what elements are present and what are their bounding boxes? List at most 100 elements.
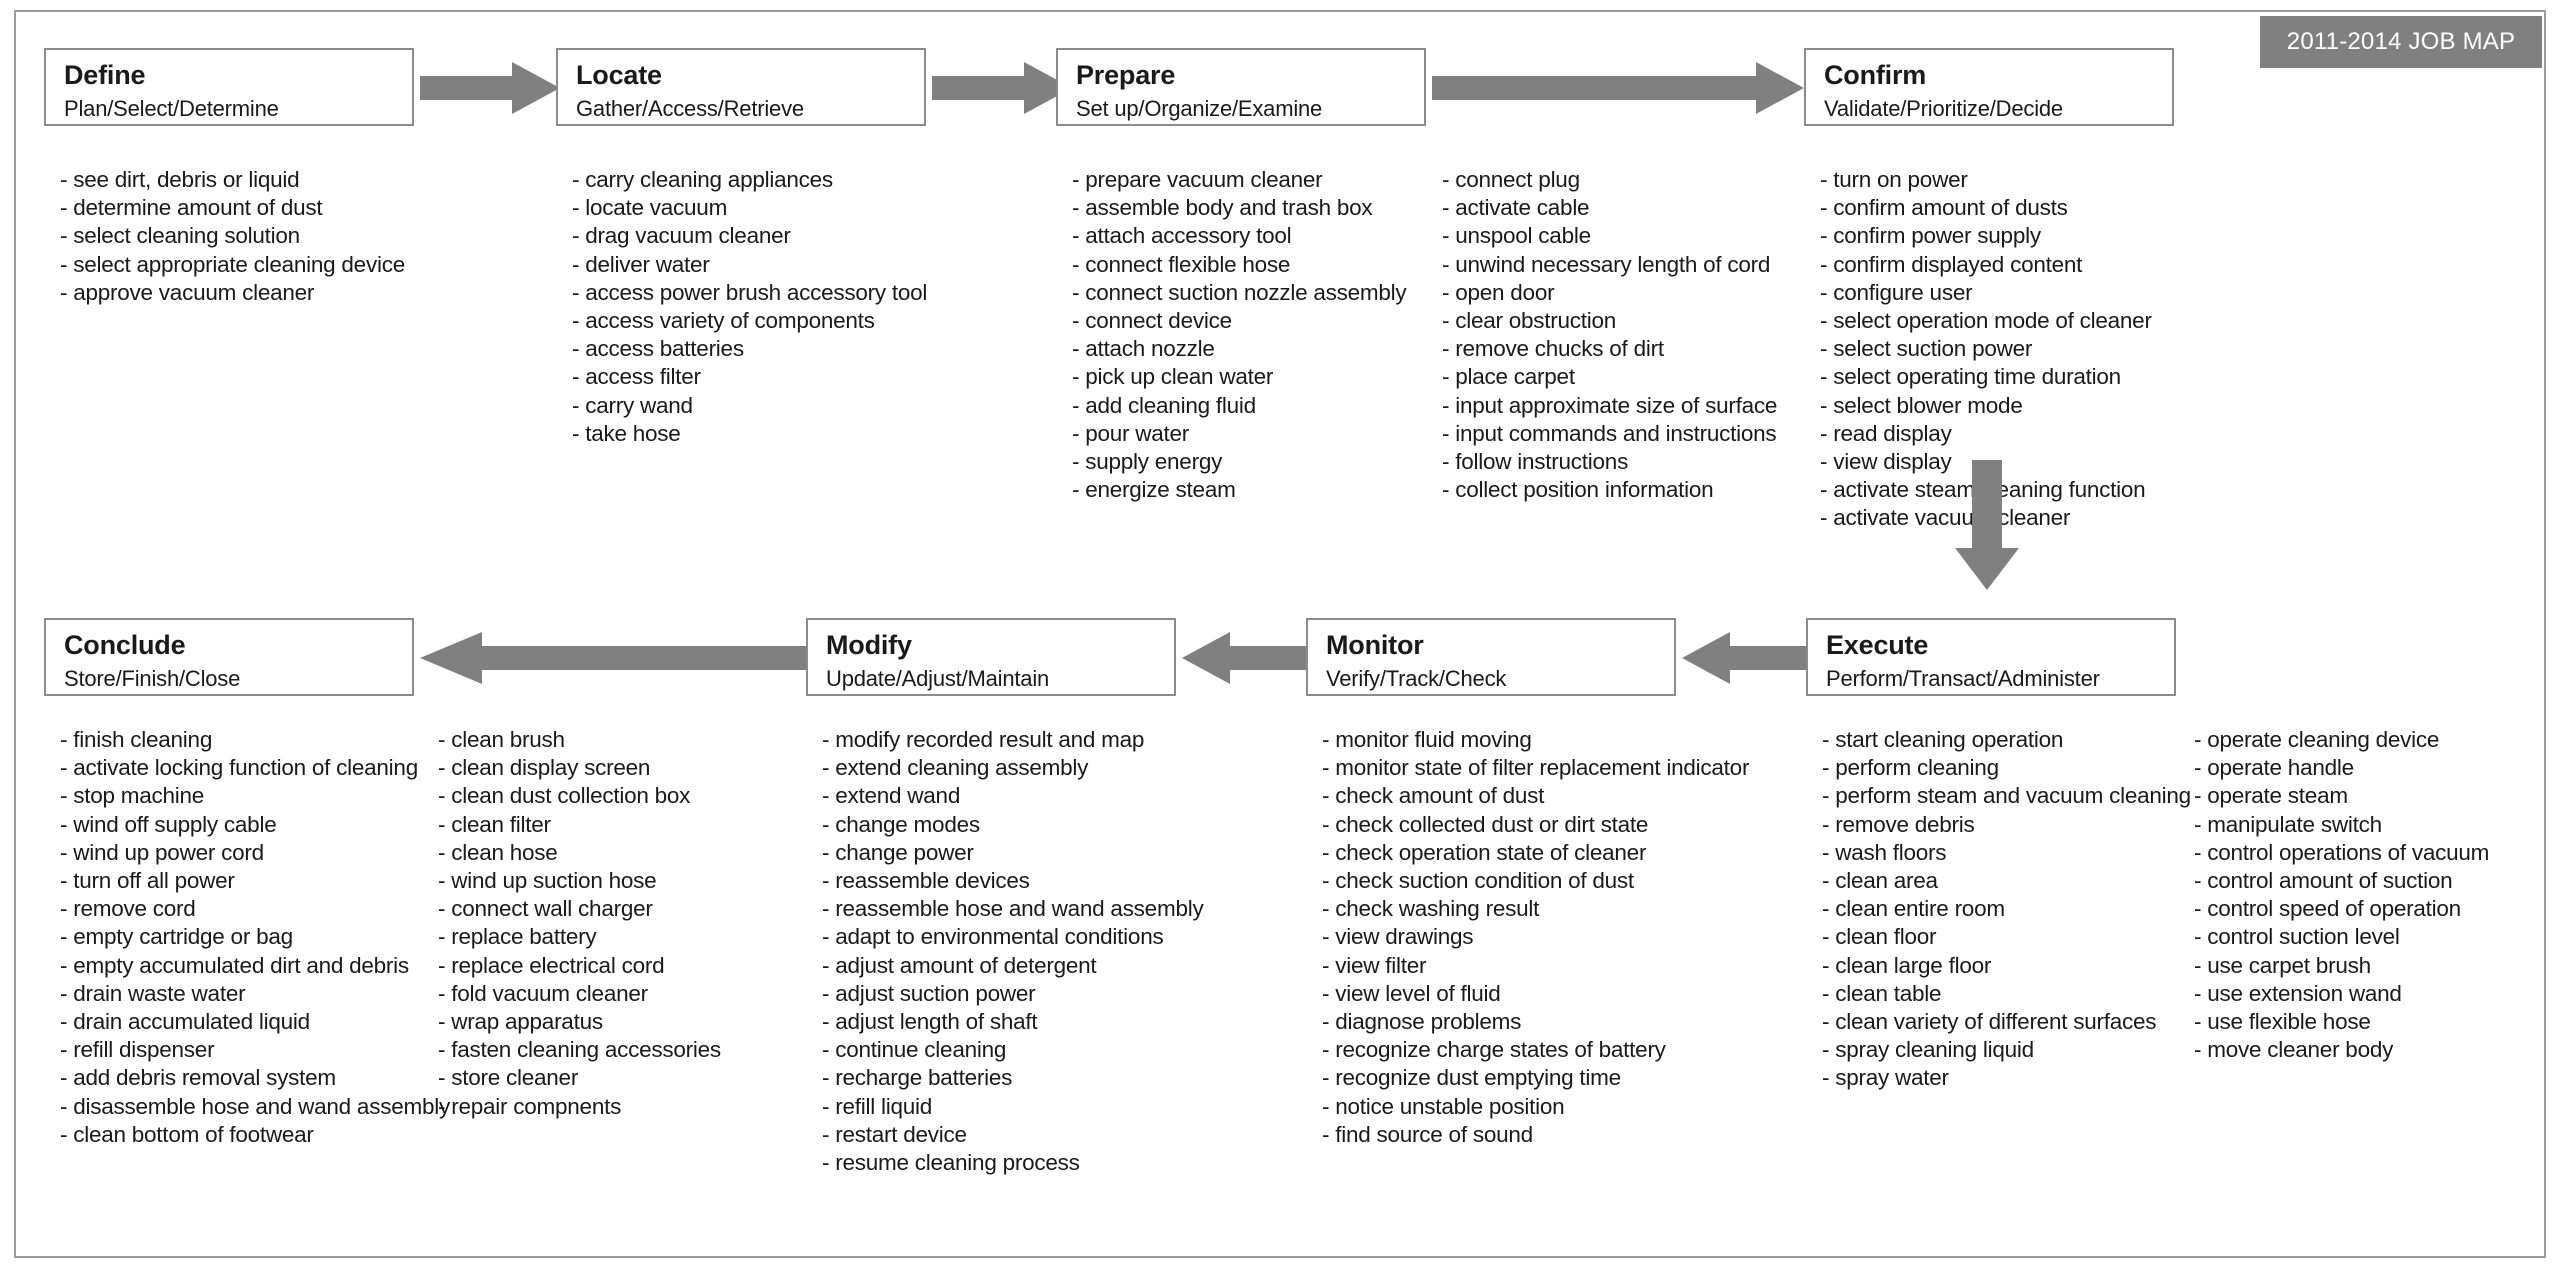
- activity-item: - clear obstruction: [1442, 308, 1617, 334]
- activity-item: - spray water: [1822, 1065, 1949, 1091]
- activity-item: - connect suction nozzle assembly: [1072, 279, 1407, 305]
- stage-title-define: Define: [64, 60, 146, 90]
- activity-item: - clean large floor: [1822, 952, 1992, 978]
- stage-subtitle-conclude: Store/Finish/Close: [64, 666, 241, 692]
- activity-item: - control suction level: [2194, 924, 2400, 950]
- stage-box-conclude[interactable]: Conclude Store/Finish/Close: [44, 618, 414, 696]
- activity-item: - view level of fluid: [1322, 980, 1501, 1006]
- activity-item: - replace battery: [438, 924, 597, 950]
- activity-item: - connect plug: [1442, 167, 1580, 192]
- activity-item: - connect device: [1072, 308, 1232, 334]
- activity-list-prepare-col2: - connect plug - activate cable - unspoo…: [1442, 166, 1777, 504]
- stage-subtitle-define: Plan/Select/Determine: [64, 96, 279, 122]
- activity-item: - wash floors: [1822, 839, 1947, 865]
- stage-title-locate: Locate: [576, 60, 662, 90]
- arrow-locate-to-prepare: [932, 62, 1072, 114]
- activity-item: - wind up suction hose: [438, 868, 657, 894]
- activity-item: - follow instructions: [1442, 449, 1629, 475]
- activity-item: - access filter: [572, 364, 701, 390]
- activity-item: - configure user: [1820, 279, 1973, 305]
- activity-item: - adjust amount of detergent: [822, 952, 1097, 978]
- activity-list-monitor-col1: - monitor fluid moving - monitor state o…: [1322, 726, 1749, 1149]
- activity-item: - clean display screen: [438, 755, 651, 781]
- stage-box-locate[interactable]: Locate Gather/Access/Retrieve: [556, 48, 926, 126]
- stage-box-confirm[interactable]: Confirm Validate/Prioritize/Decide: [1804, 48, 2174, 126]
- activity-item: - energize steam: [1072, 477, 1236, 503]
- activity-item: - remove debris: [1822, 811, 1975, 837]
- activity-item: - add debris removal system: [60, 1065, 336, 1091]
- activity-item: - turn on power: [1820, 167, 1968, 192]
- activity-item: - use flexible hose: [2194, 1009, 2371, 1035]
- stage-box-modify[interactable]: Modify Update/Adjust/Maintain: [806, 618, 1176, 696]
- arrow-prepare-to-confirm: [1432, 62, 1804, 114]
- activity-item: - clean filter: [438, 811, 551, 837]
- activity-item: - carry cleaning appliances: [572, 167, 833, 192]
- arrow-execute-to-monitor: [1682, 632, 1812, 684]
- job-map-title-text: 2011-2014 JOB MAP: [2286, 28, 2516, 55]
- activity-item: - reassemble hose and wand assembly: [822, 896, 1204, 922]
- activity-item: - assemble body and trash box: [1072, 195, 1373, 221]
- stage-box-execute[interactable]: Execute Perform/Transact/Administer: [1806, 618, 2176, 696]
- activity-item: - control amount of suction: [2194, 868, 2453, 894]
- activity-item: - use carpet brush: [2194, 952, 2371, 978]
- stage-box-monitor[interactable]: Monitor Verify/Track/Check: [1306, 618, 1676, 696]
- activity-item: - reassemble devices: [822, 868, 1030, 894]
- activity-item: - control operations of vacuum: [2194, 839, 2490, 865]
- activity-item: - access batteries: [572, 336, 744, 362]
- stage-title-conclude: Conclude: [64, 630, 186, 660]
- stage-subtitle-monitor: Verify/Track/Check: [1326, 666, 1507, 692]
- activity-item: - replace electrical cord: [438, 952, 665, 978]
- stage-title-execute: Execute: [1826, 630, 1929, 660]
- activity-item: - operate steam: [2194, 783, 2348, 809]
- activity-item: - continue cleaning: [822, 1037, 1007, 1063]
- activity-item: - pour water: [1072, 420, 1190, 446]
- activity-item: - perform steam and vacuum cleaning: [1822, 783, 2191, 809]
- activity-item: - drag vacuum cleaner: [572, 223, 791, 249]
- activity-item: - confirm amount of dusts: [1820, 195, 2068, 221]
- activity-list-execute-col1: - start cleaning operation - perform cle…: [1822, 726, 2191, 1093]
- activity-item: - check operation state of cleaner: [1322, 839, 1647, 865]
- stage-subtitle-modify: Update/Adjust/Maintain: [826, 666, 1050, 692]
- activity-item: - clean entire room: [1822, 896, 2005, 922]
- activity-list-conclude-col1: - finish cleaning - activate locking fun…: [60, 726, 450, 1149]
- activity-item: - supply energy: [1072, 449, 1223, 475]
- activity-item: - unwind necessary length of cord: [1442, 251, 1771, 277]
- activity-item: - locate vacuum: [572, 195, 728, 221]
- activity-item: - determine amount of dust: [60, 195, 323, 221]
- activity-list-execute-col2: - operate cleaning device - operate hand…: [2194, 726, 2489, 1064]
- job-map-title-badge: 2011-2014 JOB MAP: [2260, 16, 2542, 68]
- activity-item: - monitor fluid moving: [1322, 727, 1532, 752]
- stage-subtitle-confirm: Validate/Prioritize/Decide: [1824, 96, 2063, 122]
- stage-box-prepare[interactable]: Prepare Set up/Organize/Examine: [1056, 48, 1426, 126]
- activity-item: - prepare vacuum cleaner: [1072, 167, 1323, 192]
- activity-item: - carry wand: [572, 392, 693, 418]
- activity-item: - modify recorded result and map: [822, 727, 1145, 752]
- activity-item: - select suction power: [1820, 336, 2033, 362]
- activity-item: - attach nozzle: [1072, 336, 1215, 362]
- activity-item: - operate cleaning device: [2194, 727, 2440, 752]
- activity-item: - add cleaning fluid: [1072, 392, 1256, 418]
- activity-item: - fold vacuum cleaner: [438, 980, 648, 1006]
- activity-item: - attach accessory tool: [1072, 223, 1292, 249]
- activity-item: - monitor state of filter replacement in…: [1322, 755, 1750, 781]
- activity-item: - control speed of operation: [2194, 896, 2461, 922]
- activity-item: - empty accumulated dirt and debris: [60, 952, 409, 978]
- activity-item: - manipulate switch: [2194, 811, 2382, 837]
- activity-item: - read display: [1820, 420, 1952, 446]
- activity-item: - clean area: [1822, 868, 1938, 894]
- activity-item: - stop machine: [60, 783, 205, 809]
- arrow-confirm-to-execute: [1955, 460, 2019, 590]
- activity-item: - connect flexible hose: [1072, 251, 1291, 277]
- activity-item: - clean dust collection box: [438, 783, 691, 809]
- activity-item: - clean variety of different surfaces: [1822, 1009, 2157, 1035]
- stage-box-define[interactable]: Define Plan/Select/Determine: [44, 48, 414, 126]
- activity-item: - select appropriate cleaning device: [60, 251, 405, 277]
- activity-item: - wind up power cord: [60, 839, 264, 865]
- activity-item: - check collected dust or dirt state: [1322, 811, 1649, 837]
- activity-item: - activate cable: [1442, 195, 1590, 221]
- activity-item: - activate locking function of cleaning: [60, 755, 418, 781]
- activity-item: - use extension wand: [2194, 980, 2402, 1006]
- activity-item: - fasten cleaning accessories: [438, 1037, 721, 1063]
- stage-title-confirm: Confirm: [1824, 60, 1927, 90]
- activity-item: - empty cartridge or bag: [60, 924, 293, 950]
